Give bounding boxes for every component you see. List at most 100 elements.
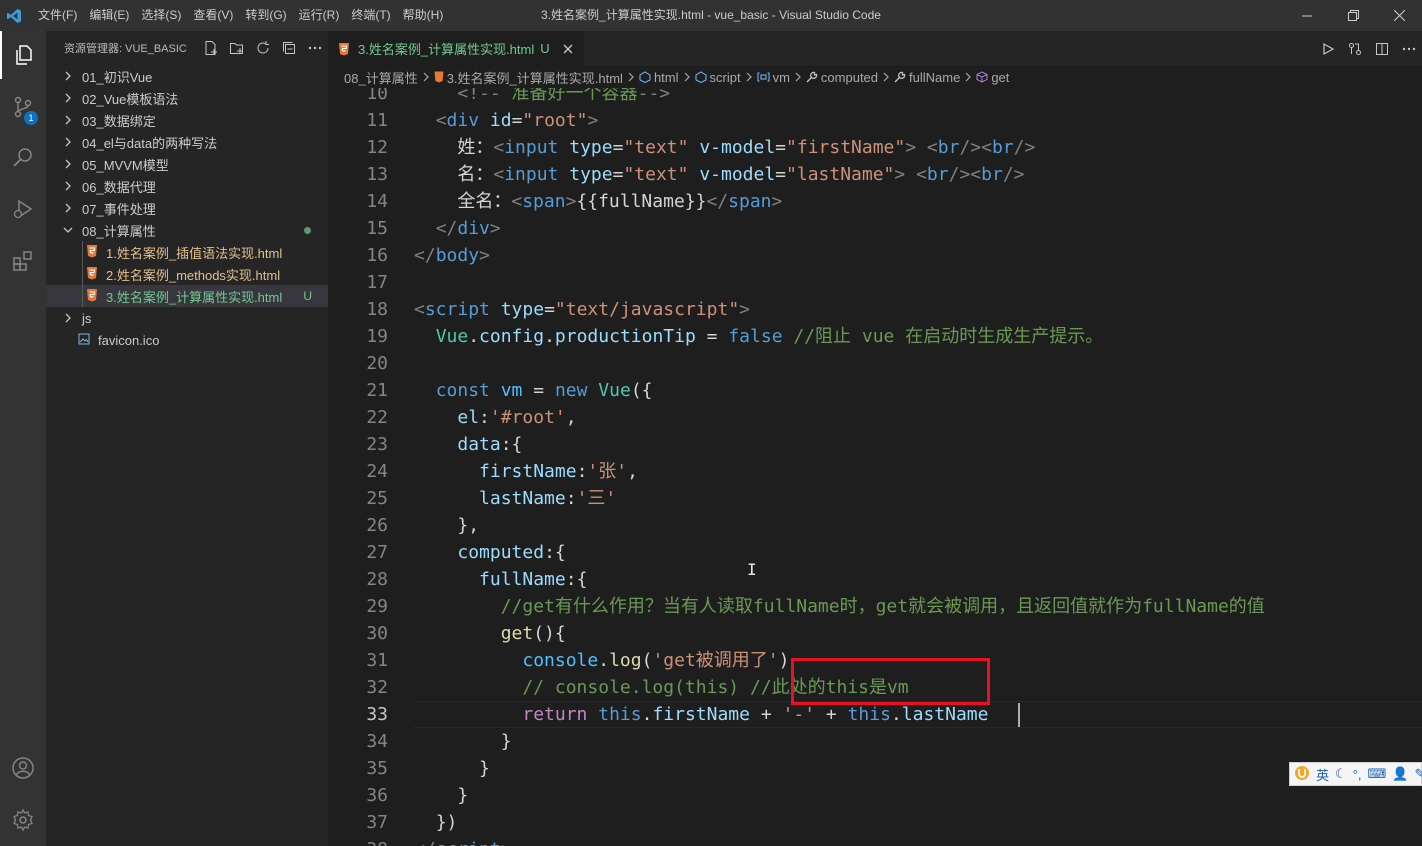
modified-dot-icon xyxy=(304,226,311,234)
code-line: 34 } xyxy=(328,728,1422,755)
line-number: 28 xyxy=(366,569,388,590)
source-control-icon[interactable]: 1 xyxy=(0,83,46,131)
ime-user-icon[interactable]: 👤 xyxy=(1392,766,1408,782)
breadcrumb-item[interactable]: script xyxy=(695,70,741,85)
tree-folder[interactable]: 04_el与data的两种写法 xyxy=(46,131,328,153)
tab-bar: 3.姓名案例_计算属性实现.html U xyxy=(328,31,1422,66)
tree-folder[interactable]: 05_MVVM模型 xyxy=(46,153,328,175)
tree-file[interactable]: favicon.ico xyxy=(46,329,328,351)
tab-active-file[interactable]: 3.姓名案例_计算属性实现.html U xyxy=(328,31,584,66)
open-changes-icon[interactable] xyxy=(1341,31,1368,66)
settings-gear-icon[interactable] xyxy=(0,796,46,844)
code-line-current: 33 return this.firstName + '-' + this.la… xyxy=(328,701,1422,728)
menu-file[interactable]: 文件(F) xyxy=(32,0,83,31)
minimize-button[interactable] xyxy=(1284,0,1330,31)
indent-guide xyxy=(82,263,83,285)
tree-file[interactable]: 2.姓名案例_methods实现.html xyxy=(46,263,328,285)
run-icon[interactable] xyxy=(1314,31,1341,66)
tree-folder-label: 06_数据代理 xyxy=(82,179,156,195)
menu-help[interactable]: 帮助(H) xyxy=(397,0,450,31)
tree-folder[interactable]: 06_数据代理 xyxy=(46,175,328,197)
account-icon[interactable] xyxy=(0,744,46,792)
menu-bar: 文件(F) 编辑(E) 选择(S) 查看(V) 转到(G) 运行(R) 终端(T… xyxy=(32,0,449,31)
indent-guide xyxy=(82,285,83,307)
new-file-icon[interactable] xyxy=(198,37,224,59)
tree-file[interactable]: 1.姓名案例_插值语法实现.html xyxy=(46,241,328,263)
ime-moon-icon[interactable]: ☾ xyxy=(1335,766,1347,782)
breadcrumb-item[interactable]: computed xyxy=(806,70,878,85)
menu-edit[interactable]: 编辑(E) xyxy=(83,0,135,31)
ime-language[interactable]: 英 xyxy=(1316,765,1329,784)
file-tree: 01_初识Vue 02_Vue模板语法 03_数据绑定 04_el与data的两… xyxy=(46,65,328,351)
tree-folder-label: js xyxy=(82,310,92,326)
menu-go[interactable]: 转到(G) xyxy=(239,0,292,31)
menu-run[interactable]: 运行(R) xyxy=(293,0,346,31)
run-debug-icon[interactable] xyxy=(0,185,46,233)
chevron-right-icon xyxy=(60,112,76,128)
breadcrumb-item[interactable]: fullName xyxy=(894,70,960,85)
wrench-icon xyxy=(806,71,818,83)
ime-logo-icon[interactable] xyxy=(1294,765,1310,784)
close-window-button[interactable] xyxy=(1376,0,1422,31)
breadcrumb-item[interactable]: 08_计算属性 xyxy=(344,68,418,87)
new-folder-icon[interactable] xyxy=(224,37,250,59)
breadcrumb-item[interactable]: vm xyxy=(757,70,790,85)
code-line: 28 fullName:{ xyxy=(328,566,1422,593)
text-cursor xyxy=(1018,703,1020,727)
ime-keyboard-icon[interactable]: ⌨ xyxy=(1367,766,1386,782)
element-icon xyxy=(639,71,651,83)
breadcrumb-item[interactable]: 3.姓名案例_计算属性实现.html xyxy=(434,68,623,87)
line-number: 18 xyxy=(366,299,388,320)
tree-folder[interactable]: js xyxy=(46,307,328,329)
search-icon[interactable] xyxy=(0,133,46,181)
tree-folder-open[interactable]: 08_计算属性 xyxy=(46,219,328,241)
code-editor[interactable]: 10 <!-- 准备好一个容器--> 11 <div id="root"> 12… xyxy=(328,88,1422,846)
tree-folder[interactable]: 02_Vue模板语法 xyxy=(46,87,328,109)
breadcrumb-label: html xyxy=(653,69,679,85)
code-line: 19 Vue.config.productionTip = false //阻止… xyxy=(328,323,1422,350)
tab-label: 3.姓名案例_计算属性实现.html xyxy=(358,42,535,57)
explorer-icon[interactable] xyxy=(0,31,46,79)
code-line: 13 名：<input type="text" v-model="lastNam… xyxy=(328,161,1422,188)
ime-pen-icon[interactable]: ✎ xyxy=(1414,766,1422,782)
window-controls xyxy=(1284,0,1422,31)
tree-folder[interactable]: 01_初识Vue xyxy=(46,65,328,87)
tree-file-selected[interactable]: 3.姓名案例_计算属性实现.html U xyxy=(46,285,328,307)
code-line: 15 </div> xyxy=(328,215,1422,242)
more-actions-icon[interactable] xyxy=(302,37,328,59)
tree-folder[interactable]: 03_数据绑定 xyxy=(46,109,328,131)
close-tab-icon[interactable] xyxy=(560,41,576,57)
extensions-icon[interactable] xyxy=(0,237,46,285)
menu-view[interactable]: 查看(V) xyxy=(187,0,239,31)
code-line: 36 } xyxy=(328,782,1422,809)
tree-folder-label: 07_事件处理 xyxy=(82,201,156,217)
chevron-right-icon xyxy=(60,68,76,84)
line-number: 36 xyxy=(366,785,388,806)
tree-folder-label: 05_MVVM模型 xyxy=(82,157,169,173)
code-line: 12 姓：<input type="text" v-model="firstNa… xyxy=(328,134,1422,161)
html-file-icon xyxy=(86,266,98,283)
collapse-all-icon[interactable] xyxy=(276,37,302,59)
chevron-right-icon xyxy=(684,72,690,82)
breadcrumb: 08_计算属性 3.姓名案例_计算属性实现.html html script v… xyxy=(328,66,1422,88)
restore-button[interactable] xyxy=(1330,0,1376,31)
tree-file-label: 1.姓名案例_插值语法实现.html xyxy=(106,245,283,261)
scm-badge: 1 xyxy=(24,111,38,125)
line-number: 32 xyxy=(366,677,388,698)
more-actions-icon[interactable] xyxy=(1395,31,1422,66)
tree-folder[interactable]: 07_事件处理 xyxy=(46,197,328,219)
refresh-icon[interactable] xyxy=(250,37,276,59)
breadcrumb-item[interactable]: get xyxy=(976,70,1009,85)
code-line: 17 xyxy=(328,269,1422,296)
breadcrumb-item[interactable]: html xyxy=(639,70,679,85)
code-line: 21 const vm = new Vue({ xyxy=(328,377,1422,404)
split-editor-icon[interactable] xyxy=(1368,31,1395,66)
menu-selection[interactable]: 选择(S) xyxy=(135,0,187,31)
ime-punct-icon[interactable]: °, xyxy=(1353,767,1362,782)
code-line: 16 </body> xyxy=(328,242,1422,269)
line-number: 26 xyxy=(366,515,388,536)
chevron-right-icon xyxy=(60,156,76,172)
menu-terminal[interactable]: 终端(T) xyxy=(345,0,396,31)
tree-folder-label: 01_初识Vue xyxy=(82,69,153,85)
tree-folder-label: 02_Vue模板语法 xyxy=(82,91,179,107)
